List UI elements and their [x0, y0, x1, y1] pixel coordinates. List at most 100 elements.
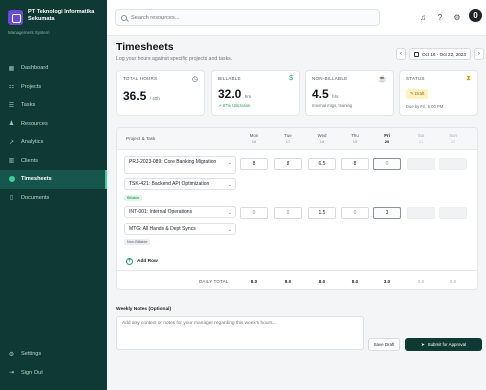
hours-cell[interactable]: 8 — [240, 158, 268, 170]
status-badge: ✎ Draft — [406, 89, 429, 99]
sidebar-item-label: Projects — [21, 83, 42, 90]
table-footer: DAILY TOTAL 8.0 8.0 8.0 8.0 3.0 0.0 0.0 — [117, 270, 477, 290]
hours-cell[interactable]: 8 — [341, 158, 369, 170]
notes-label: Weekly Notes (Optional) — [116, 307, 172, 312]
sidebar-item-label: Dashboard — [21, 65, 49, 72]
daily-total: 8.0 — [284, 279, 292, 284]
submit-button[interactable]: ➤ Submit for Approval — [405, 338, 482, 351]
clients-icon: ▥ — [8, 158, 15, 165]
projects-icon: ⚏ — [8, 84, 15, 91]
hours-cell[interactable]: 3 — [373, 207, 401, 219]
day-date: 20 — [384, 139, 390, 144]
document-icon: ▯ — [9, 195, 14, 202]
project-select-value: PRJ-2023-089: Core Banking Migration — [129, 159, 217, 165]
avatar[interactable]: 0 — [469, 9, 482, 22]
sidebar-item-analytics[interactable]: ↗ Analytics — [0, 133, 107, 152]
date-navigator: ‹ Oct 16 - Oct 22, 2023 › — [396, 48, 484, 60]
hours-cell[interactable]: 0 — [274, 207, 302, 219]
calendar-icon — [414, 51, 419, 57]
sidebar-nav: ▦ Dashboard ⚏ Projects ☰ Tasks ♟ Resourc… — [0, 59, 107, 207]
hours-cell[interactable]: 1.5 — [308, 207, 336, 219]
tasks-icon: ☰ — [8, 102, 15, 109]
project-select[interactable]: PRJ-2023-089: Core Banking Migration ⌄ — [124, 156, 236, 174]
hours-cell[interactable]: 0 — [373, 158, 401, 170]
hours-cell[interactable]: 8 — [274, 158, 302, 170]
daily-total: 8.0 — [351, 279, 359, 284]
column-header-sat: Sat 21 — [407, 133, 435, 144]
submit-label: Submit for Approval — [427, 342, 466, 347]
date-range-label: Oct 16 - Oct 22, 2023 — [422, 51, 466, 57]
hours-cell[interactable] — [439, 207, 467, 219]
card-value: 36.5 / 40h — [123, 89, 198, 103]
billable-value: 32.0 — [218, 87, 242, 101]
sidebar-item-tasks[interactable]: ☰ Tasks — [0, 96, 107, 115]
sidebar-item-dashboard[interactable]: ▦ Dashboard — [0, 59, 107, 78]
search-box[interactable] — [115, 9, 380, 26]
add-row-label: Add Row — [137, 259, 158, 264]
day-name: Fri — [384, 133, 390, 138]
column-header-sun: Sun 22 — [439, 133, 467, 144]
hours-cell[interactable] — [439, 158, 467, 170]
sidebar-item-timesheets[interactable]: Timesheets — [0, 170, 107, 189]
add-row-button[interactable]: + Add Row — [126, 258, 158, 265]
send-icon: ➤ — [420, 341, 425, 347]
daily-total: 8.0 — [318, 279, 326, 284]
sidebar-item-label: Analytics — [21, 139, 44, 146]
brand-name: PT Teknologi Informatika Sekumata — [28, 9, 95, 23]
brand-logo — [8, 10, 23, 25]
sidebar-item-clients[interactable]: ▥ Clients — [0, 152, 107, 171]
column-header-thu: Thu 19 — [341, 133, 369, 144]
card-value: 4.5 hrs — [312, 87, 387, 101]
grid-icon: ▦ — [8, 65, 15, 72]
weekly-notes-field[interactable] — [116, 316, 364, 350]
hours-cell[interactable]: 0 — [341, 207, 369, 219]
date-range-picker[interactable]: Oct 16 - Oct 22, 2023 — [409, 48, 471, 60]
status-card: STATUS ⧗ ✎ Draft Due by Fri, 5:00 PM — [399, 70, 478, 116]
page-subtitle: Log your hours against specific projects… — [116, 56, 233, 62]
day-name: Tue — [284, 133, 292, 138]
timesheet-table: Project & Task Mon 16 Tue 17 Wed 18 Thu 19 F… — [116, 127, 478, 290]
save-draft-button[interactable]: Save Draft — [368, 338, 400, 351]
day-date: 19 — [352, 139, 358, 144]
hours-cell[interactable] — [407, 158, 435, 170]
sidebar-item-label: Sign Out — [21, 369, 43, 376]
search-input[interactable] — [131, 14, 371, 21]
sidebar-item-label: Clients — [21, 157, 39, 164]
day-date: 21 — [418, 139, 424, 144]
clock-icon: ◷ — [191, 76, 198, 83]
sidebar-item-settings[interactable]: ⚙ Settings — [0, 345, 107, 364]
users-icon: ♟ — [8, 121, 15, 128]
sidebar-item-documents[interactable]: ▯ Documents — [0, 189, 107, 208]
hours-cell[interactable]: 6.5 — [308, 158, 336, 170]
top-bar: ♫ ? ⚙ 0 — [107, 0, 486, 36]
day-date: 18 — [319, 139, 325, 144]
bell-icon[interactable]: ♫ — [418, 12, 428, 22]
sidebar-item-sign-out[interactable]: ⇥ Sign Out — [0, 364, 107, 383]
sidebar-item-resources[interactable]: ♟ Resources — [0, 115, 107, 134]
sidebar-item-label: Tasks — [21, 102, 36, 109]
hours-cell[interactable] — [407, 207, 435, 219]
coffee-icon: ☕ — [378, 76, 387, 83]
daily-total-label: DAILY TOTAL — [199, 279, 229, 284]
hours-cell[interactable]: 0 — [240, 207, 268, 219]
next-week-button[interactable]: › — [473, 48, 484, 60]
help-icon[interactable]: ? — [435, 12, 445, 22]
card-label: BILLABLE — [218, 76, 241, 81]
project-select[interactable]: INT-001: Internal Operations ⌄ — [124, 206, 236, 218]
daily-total: 0.0 — [417, 279, 425, 284]
day-name: Mon — [249, 133, 259, 138]
non-billable-note: Internal mtgs, training — [312, 103, 353, 108]
total-hours-value: 36.5 — [123, 89, 147, 103]
gear-icon[interactable]: ⚙ — [452, 12, 462, 22]
sidebar-item-label: Resources — [21, 120, 48, 127]
card-value: 32.0 hrs — [218, 87, 293, 101]
daily-total: 3.0 — [383, 279, 391, 284]
prev-week-button[interactable]: ‹ — [396, 48, 406, 60]
sidebar-item-label: Settings — [21, 351, 42, 358]
due-note: Due by Fri, 5:00 PM — [406, 104, 444, 109]
task-select[interactable]: MTG: All Hands & Dept Syncs ⌄ — [124, 223, 236, 235]
sidebar-item-projects[interactable]: ⚏ Projects — [0, 78, 107, 97]
task-select[interactable]: TSK-421: Backend API Optimization ⌄ — [124, 178, 236, 190]
billable-tag: Billable — [124, 195, 143, 201]
chevron-down-icon: ⌄ — [227, 210, 232, 216]
